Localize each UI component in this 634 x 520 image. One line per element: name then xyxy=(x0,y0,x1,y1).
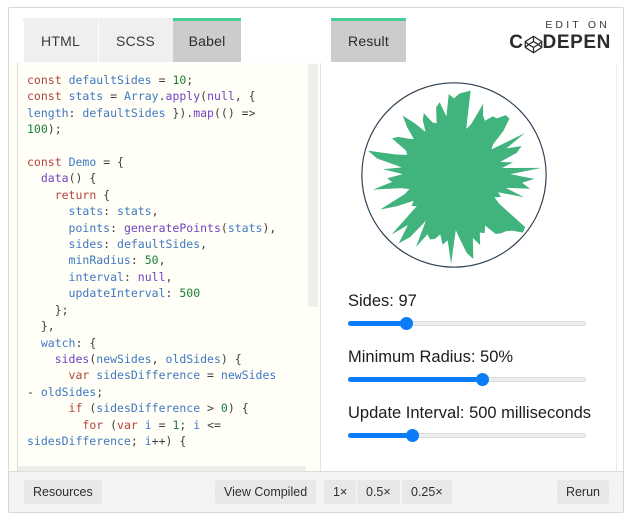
min-radius-slider-fill xyxy=(348,377,482,382)
min-radius-slider[interactable] xyxy=(348,372,586,388)
control-min-radius: Minimum Radius: 50% xyxy=(348,347,596,388)
code-editor-pane[interactable]: const defaultSides = 10; const stats = A… xyxy=(9,63,320,474)
result-content: Sides: 97 Minimum Radius: 50% Update Int… xyxy=(326,63,609,474)
rerun-button[interactable]: Rerun xyxy=(556,480,609,504)
edit-on-codepen-link[interactable]: EDIT ON C DEPEN xyxy=(509,19,611,54)
sides-slider[interactable] xyxy=(348,316,586,332)
edit-on-label: EDIT ON xyxy=(545,19,610,31)
footer-toolbar: Resources View Compiled 1× 0.5× 0.25× Re… xyxy=(9,471,623,512)
tab-scss[interactable]: SCSS xyxy=(98,18,173,62)
zoom-0-25x-button[interactable]: 0.25× xyxy=(402,480,452,504)
update-interval-slider[interactable] xyxy=(348,428,586,444)
pen-frame: HTML SCSS Babel Result EDIT ON C DEPEN c… xyxy=(8,7,624,513)
tab-html[interactable]: HTML xyxy=(23,18,98,62)
result-pane: Sides: 97 Minimum Radius: 50% Update Int… xyxy=(326,63,623,474)
zoom-1x-button[interactable]: 1× xyxy=(324,480,357,504)
codepen-wordmark: C DEPEN xyxy=(509,32,611,54)
codepen-cube-icon xyxy=(524,35,543,54)
control-sides: Sides: 97 xyxy=(348,291,596,332)
control-panel: Sides: 97 Minimum Radius: 50% Update Int… xyxy=(348,291,596,459)
zoom-0-5x-button[interactable]: 0.5× xyxy=(357,480,400,504)
control-update-interval: Update Interval: 500 milliseconds xyxy=(348,403,596,444)
editor-vertical-scroll-thumb[interactable] xyxy=(308,64,318,307)
wordmark-c: C xyxy=(509,32,524,53)
wordmark-depen: DEPEN xyxy=(542,32,611,53)
starburst-graphic xyxy=(357,78,551,283)
min-radius-label: Minimum Radius: 50% xyxy=(348,348,514,366)
sides-label: Sides: 97 xyxy=(348,292,417,310)
sides-slider-fill xyxy=(348,321,406,326)
update-interval-slider-fill xyxy=(348,433,412,438)
view-compiled-button[interactable]: View Compiled xyxy=(215,480,317,504)
tab-result[interactable]: Result xyxy=(331,18,406,62)
code-content[interactable]: const defaultSides = 10; const stats = A… xyxy=(27,72,305,449)
resources-button[interactable]: Resources xyxy=(24,480,102,504)
update-interval-slider-thumb[interactable] xyxy=(406,429,419,442)
editor-gutter xyxy=(17,63,18,474)
min-radius-slider-thumb[interactable] xyxy=(476,373,489,386)
tab-babel[interactable]: Babel xyxy=(173,18,241,62)
result-vertical-scrollbar[interactable] xyxy=(616,63,623,474)
tab-bar: HTML SCSS Babel Result EDIT ON C DEPEN xyxy=(9,8,623,64)
sides-slider-thumb[interactable] xyxy=(400,317,413,330)
codepen-embed: HTML SCSS Babel Result EDIT ON C DEPEN c… xyxy=(0,0,634,520)
update-interval-label: Update Interval: 500 milliseconds xyxy=(348,404,592,422)
editor-vertical-scrollbar[interactable] xyxy=(306,63,320,474)
